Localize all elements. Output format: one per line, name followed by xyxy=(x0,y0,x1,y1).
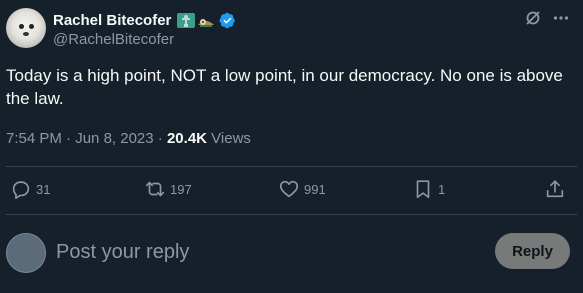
reply-button[interactable]: 31 xyxy=(10,178,50,200)
share-button[interactable] xyxy=(544,178,566,200)
meta-separator: · xyxy=(66,130,72,147)
divider xyxy=(6,166,577,167)
reply-count: 31 xyxy=(36,181,51,197)
tweet-date[interactable]: Jun 8, 2023 xyxy=(75,130,153,147)
views-label: Views xyxy=(211,130,251,147)
tweet-metadata: 7:54 PM · Jun 8, 2023 · 20.4K Views xyxy=(6,130,251,147)
statue-of-liberty-icon xyxy=(177,12,196,28)
retweet-count: 197 xyxy=(170,181,192,197)
meta-separator: · xyxy=(157,130,163,147)
more-options-icon[interactable] xyxy=(551,8,571,28)
bookmark-icon xyxy=(416,180,430,199)
avatar-eye xyxy=(19,24,24,29)
divider xyxy=(6,214,577,215)
retweet-icon xyxy=(145,181,165,197)
verified-badge-icon xyxy=(219,12,236,28)
current-user-avatar[interactable] xyxy=(6,233,46,273)
avatar-nose xyxy=(23,32,29,36)
reply-input[interactable] xyxy=(56,238,476,266)
tweet-time[interactable]: 7:54 PM xyxy=(6,130,62,147)
author-avatar[interactable] xyxy=(6,8,46,48)
tweet-text: Today is a high point, NOT a low point, … xyxy=(6,66,563,108)
action-bar: 31 197 991 1 xyxy=(0,178,583,204)
tweet-detail: Rachel Bitecofer @RachelBitecofer Today … xyxy=(0,0,583,293)
grok-icon[interactable] xyxy=(523,8,543,28)
share-icon xyxy=(546,180,564,198)
top-actions xyxy=(515,8,571,28)
author-name-row: Rachel Bitecofer xyxy=(53,10,236,30)
reply-submit-button[interactable]: Reply xyxy=(495,233,570,269)
like-count: 991 xyxy=(304,181,326,197)
heart-icon xyxy=(279,180,299,198)
reply-icon xyxy=(12,181,30,199)
like-button[interactable]: 991 xyxy=(278,178,326,200)
avatar-eye xyxy=(29,24,34,29)
bookmark-count: 1 xyxy=(438,181,446,197)
author-display-name[interactable]: Rachel Bitecofer xyxy=(53,12,171,29)
bookmark-button[interactable]: 1 xyxy=(412,178,445,200)
sloth-icon xyxy=(198,18,215,27)
name-emojis xyxy=(175,12,215,28)
retweet-button[interactable]: 197 xyxy=(144,178,192,200)
views-count[interactable]: 20.4K xyxy=(167,130,207,147)
author-handle[interactable]: @RachelBitecofer xyxy=(53,31,174,48)
